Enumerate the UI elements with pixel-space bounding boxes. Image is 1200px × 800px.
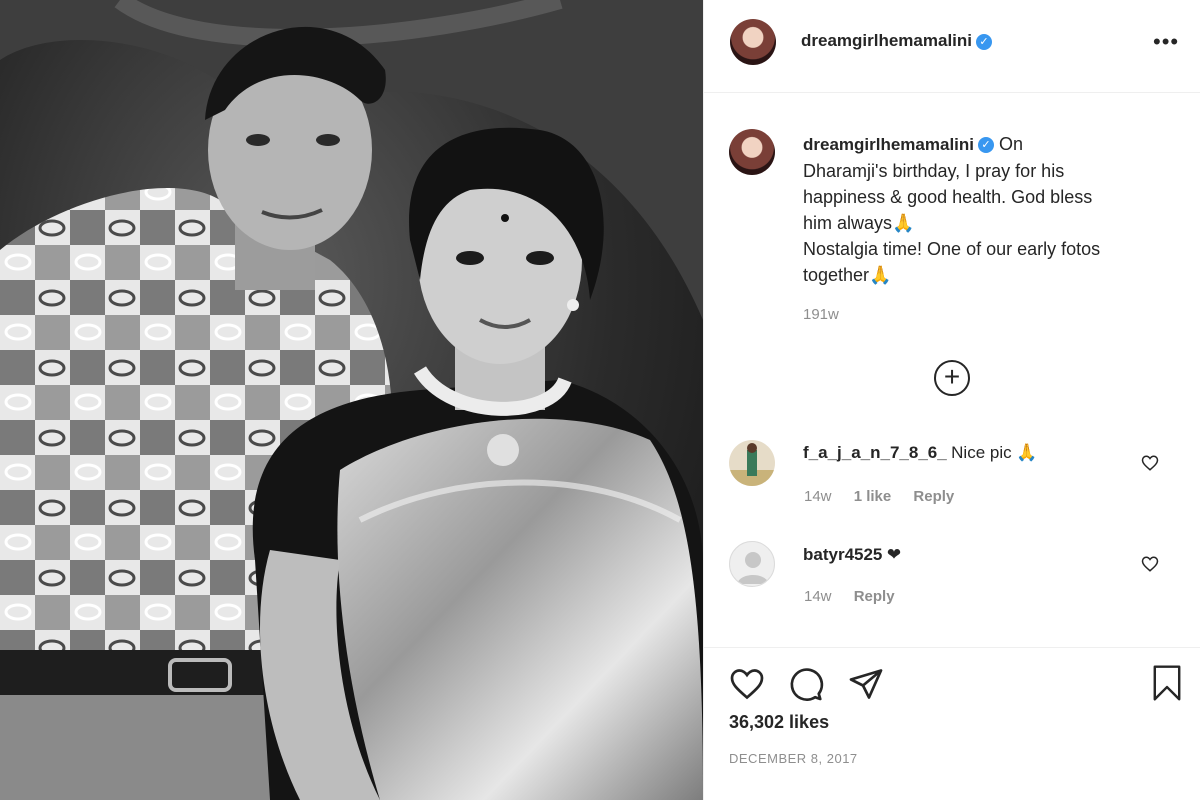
verified-check-icon: ✓ bbox=[976, 33, 993, 50]
instagram-post: dreamgirlhemamalini ✓ ••• dreamgirlhemama… bbox=[0, 0, 1200, 800]
comment-icon[interactable] bbox=[788, 666, 824, 702]
default-user-icon bbox=[737, 552, 769, 584]
likes-count[interactable]: 36,302 likes bbox=[729, 712, 829, 733]
caption-author-avatar[interactable] bbox=[729, 129, 775, 175]
caption-text: On Dharamji's birthday, I pray for his h… bbox=[803, 134, 1101, 285]
share-icon[interactable] bbox=[848, 666, 884, 702]
comment-text: Nice pic 🙏 bbox=[951, 443, 1038, 462]
more-options-icon[interactable]: ••• bbox=[1153, 31, 1178, 57]
comment-heart-icon[interactable] bbox=[1141, 454, 1159, 472]
comment-text: ❤ bbox=[886, 545, 902, 564]
post-date[interactable]: DECEMBER 8, 2017 bbox=[729, 751, 858, 766]
vintage-couple-photo bbox=[0, 0, 703, 800]
comment-row: batyr4525 ❤ bbox=[803, 545, 901, 565]
plus-circle-icon[interactable]: + bbox=[934, 360, 970, 396]
reply-button[interactable]: Reply bbox=[854, 588, 895, 605]
comment-age[interactable]: 14w bbox=[804, 588, 832, 605]
commenter-avatar[interactable] bbox=[729, 440, 775, 486]
comment-likes[interactable]: 1 like bbox=[854, 488, 892, 505]
person-figure-icon bbox=[729, 443, 775, 486]
comment-username[interactable]: batyr4525 bbox=[803, 545, 882, 564]
comment-heart-icon[interactable] bbox=[1141, 555, 1159, 573]
caption-username[interactable]: dreamgirlhemamalini bbox=[803, 135, 974, 154]
post-photo[interactable] bbox=[0, 0, 703, 800]
comment-username[interactable]: f_a_j_a_n_7_8_6_ bbox=[803, 443, 947, 462]
caption: dreamgirlhemamalini ✓ On Dharamji's birth… bbox=[803, 131, 1173, 328]
verified-check-icon: ✓ bbox=[978, 137, 995, 154]
heart-icon[interactable] bbox=[729, 666, 765, 702]
comment-meta: 14w Reply bbox=[804, 588, 913, 605]
author-username[interactable]: dreamgirlhemamalini bbox=[801, 31, 972, 50]
bookmark-icon[interactable] bbox=[1150, 664, 1184, 702]
author-avatar[interactable] bbox=[730, 19, 776, 65]
reply-button[interactable]: Reply bbox=[913, 488, 954, 505]
caption-age[interactable]: 191w bbox=[803, 302, 1173, 328]
author-row: dreamgirlhemamalini ✓ bbox=[801, 31, 993, 51]
commenter-avatar[interactable] bbox=[729, 541, 775, 587]
comment-row: f_a_j_a_n_7_8_6_ Nice pic 🙏 bbox=[803, 443, 1038, 463]
comment-age[interactable]: 14w bbox=[804, 488, 832, 505]
comment-meta: 14w 1 like Reply bbox=[804, 488, 972, 505]
post-header: dreamgirlhemamalini ✓ ••• bbox=[704, 0, 1200, 93]
